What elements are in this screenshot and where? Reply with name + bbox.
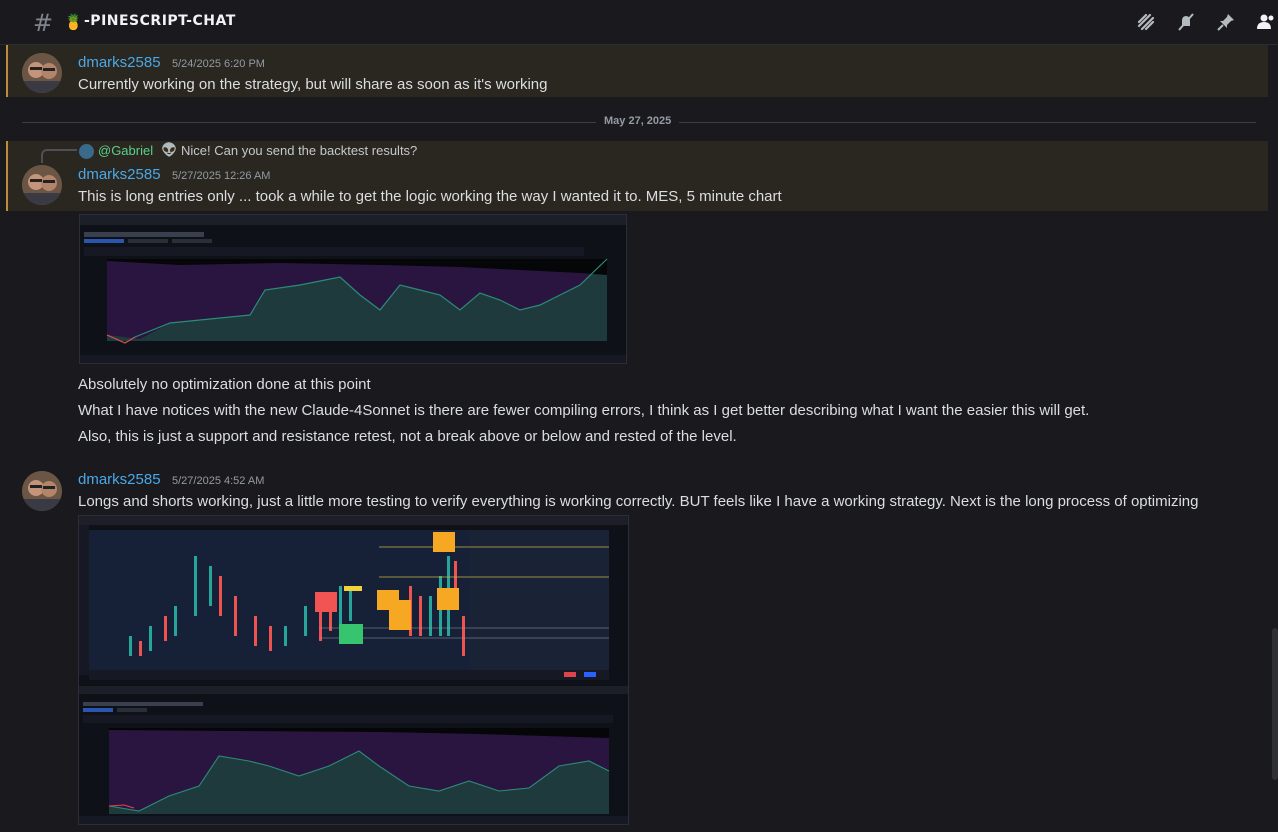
author-name[interactable]: dmarks2585 bbox=[78, 166, 161, 183]
trading-chart-screenshot-attachment[interactable] bbox=[78, 515, 629, 825]
hash-icon: # bbox=[33, 9, 54, 37]
message-timestamp[interactable]: 5/27/2025 12:26 AM bbox=[172, 170, 270, 182]
threads-icon[interactable] bbox=[1136, 12, 1156, 32]
mute-icon[interactable] bbox=[1176, 12, 1196, 32]
message-text: What I have notices with the new Claude-… bbox=[78, 402, 1090, 419]
alien-emoji: 👽 bbox=[161, 143, 178, 158]
members-icon[interactable] bbox=[1256, 12, 1276, 32]
date-divider: May 27, 2025 bbox=[596, 115, 680, 127]
reply-mention[interactable]: @Gabriel bbox=[98, 143, 153, 158]
message-text: Absolutely no optimization done at this … bbox=[78, 376, 371, 393]
message-text: Also, this is just a support and resista… bbox=[78, 428, 737, 445]
message-text: Currently working on the strategy, but w… bbox=[78, 76, 548, 93]
channel-emoji: 🍍 bbox=[64, 13, 83, 31]
author-name[interactable]: dmarks2585 bbox=[78, 54, 161, 71]
reply-spine bbox=[41, 149, 77, 163]
avatar[interactable] bbox=[22, 471, 62, 511]
reply-preview-text[interactable]: Nice! Can you send the backtest results? bbox=[181, 143, 417, 158]
scrollbar[interactable] bbox=[1272, 628, 1278, 780]
message-text: Longs and shorts working, just a little … bbox=[78, 493, 1199, 510]
reply-avatar[interactable] bbox=[79, 144, 94, 159]
message-text: This is long entries only ... took a whi… bbox=[78, 188, 782, 205]
backtest-screenshot-attachment[interactable] bbox=[79, 214, 627, 364]
author-name[interactable]: dmarks2585 bbox=[78, 471, 161, 488]
channel-header: # 🍍 -PINESCRIPT-CHAT bbox=[0, 0, 1278, 45]
avatar[interactable] bbox=[22, 165, 62, 205]
message-timestamp[interactable]: 5/24/2025 6:20 PM bbox=[172, 58, 265, 70]
avatar[interactable] bbox=[22, 53, 62, 93]
pin-icon[interactable] bbox=[1216, 12, 1236, 32]
message-timestamp[interactable]: 5/27/2025 4:52 AM bbox=[172, 475, 264, 487]
channel-name: -PINESCRIPT-CHAT bbox=[84, 13, 236, 29]
